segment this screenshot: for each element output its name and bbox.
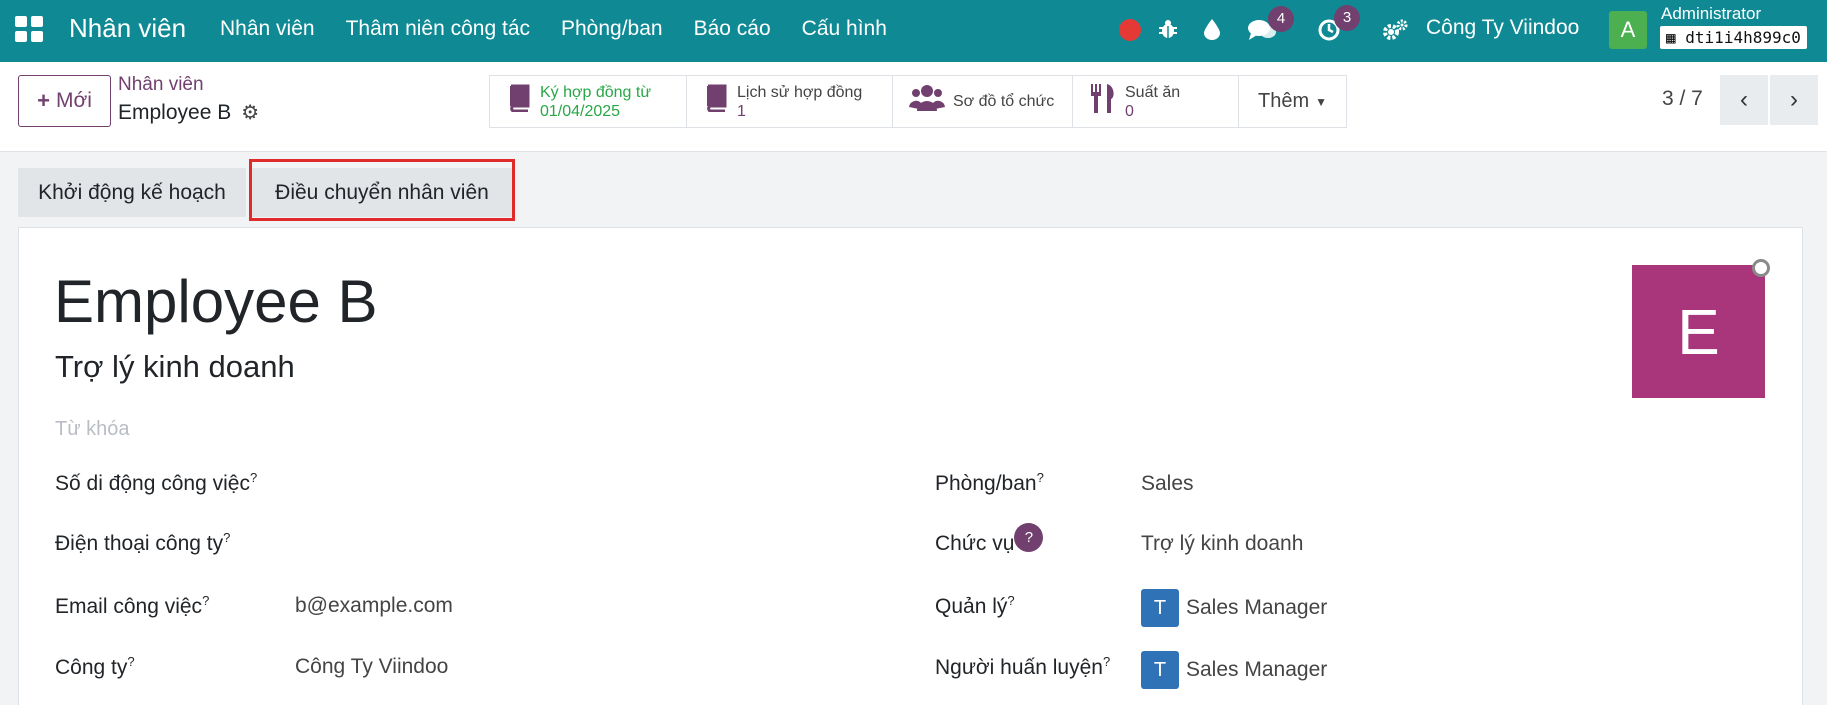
- field-label-text: Người huấn luyện: [935, 656, 1103, 679]
- user-avatar[interactable]: A: [1609, 11, 1647, 49]
- smart-button-meals[interactable]: Suất ăn 0: [1072, 75, 1239, 128]
- help-icon[interactable]: ?: [1007, 593, 1014, 608]
- field-job-position[interactable]: Trợ lý kinh doanh: [1141, 532, 1303, 556]
- control-panel: + Mới Nhân viên Employee B ⚙ Ký hợp đồng…: [0, 62, 1827, 152]
- presence-status-icon: [1752, 259, 1770, 277]
- field-label-coach: Người huấn luyện?: [935, 654, 1110, 680]
- messages-badge: 4: [1268, 6, 1294, 32]
- field-coach[interactable]: T Sales Manager: [1141, 651, 1327, 689]
- menu-item-configuration[interactable]: Cấu hình: [802, 17, 887, 41]
- menu-item-departments[interactable]: Phòng/ban: [561, 17, 663, 41]
- field-label-text: Phòng/ban: [935, 472, 1037, 495]
- plus-icon: +: [37, 88, 50, 113]
- field-label-department: Phòng/ban?: [935, 470, 1044, 496]
- activities-badge: 3: [1334, 5, 1360, 31]
- help-icon[interactable]: ?: [1037, 470, 1044, 485]
- highlight-frame: [249, 159, 515, 221]
- field-manager[interactable]: T Sales Manager: [1141, 589, 1327, 627]
- book-icon: [703, 84, 729, 119]
- breadcrumb-current-label: Employee B: [118, 100, 232, 124]
- pager-next-button[interactable]: ›: [1770, 75, 1818, 125]
- field-label-text: Công ty: [55, 656, 128, 679]
- smart-button-label: Ký hợp đồng từ: [540, 83, 652, 101]
- main-menu: Nhân viên Thâm niên công tác Phòng/ban B…: [220, 17, 918, 41]
- book-icon: [506, 84, 532, 119]
- smart-button-contract-history[interactable]: Lịch sử hợp đồng 1: [686, 75, 893, 128]
- smart-button-label: Sơ đồ tổ chức: [953, 93, 1055, 110]
- pager-previous-button[interactable]: ‹: [1720, 75, 1768, 125]
- smart-button-label: Suất ăn: [1125, 83, 1181, 101]
- user-name[interactable]: Administrator: [1661, 4, 1761, 24]
- employee-name[interactable]: Employee B: [54, 267, 378, 336]
- menu-item-reports[interactable]: Báo cáo: [694, 17, 771, 41]
- more-label: Thêm: [1257, 90, 1310, 112]
- database-tag: ▦ dti1i4h899c0: [1660, 26, 1807, 49]
- field-label-work-email: Email công việc?: [55, 593, 209, 619]
- field-department[interactable]: Sales: [1141, 472, 1194, 496]
- chevron-left-icon: ‹: [1740, 86, 1748, 113]
- field-label-text: Quản lý: [935, 595, 1008, 618]
- coach-avatar: T: [1141, 651, 1179, 689]
- employee-job-title[interactable]: Trợ lý kinh doanh: [55, 349, 295, 385]
- bug-icon[interactable]: [1157, 18, 1179, 46]
- coach-name: Sales Manager: [1186, 658, 1328, 681]
- gear-icon[interactable]: ⚙: [241, 100, 259, 125]
- field-work-mobile[interactable]: [295, 472, 895, 498]
- database-icon: ▦: [1666, 28, 1676, 47]
- field-label-work-phone: Điện thoại công ty?: [55, 530, 230, 556]
- field-label-text: Số di động công việc: [55, 472, 250, 495]
- field-label-text: Email công việc: [55, 595, 203, 618]
- app-menu-icon[interactable]: [15, 16, 43, 42]
- field-label-company: Công ty?: [55, 654, 135, 680]
- tags-input[interactable]: Từ khóa: [55, 418, 130, 441]
- smart-button-org-chart[interactable]: Sơ đồ tổ chức: [892, 75, 1073, 128]
- start-plan-button[interactable]: Khởi động kế hoạch: [18, 168, 246, 217]
- caret-down-icon: ▼: [1315, 94, 1327, 109]
- smart-button-value: 1: [737, 102, 746, 120]
- menu-item-employees[interactable]: Nhân viên: [220, 17, 315, 41]
- new-button[interactable]: + Mới: [18, 75, 111, 127]
- field-work-email[interactable]: b@example.com: [295, 594, 453, 618]
- help-icon[interactable]: ?: [250, 470, 257, 485]
- smart-button-contract-start[interactable]: Ký hợp đồng từ 01/04/2025: [489, 75, 687, 128]
- field-company[interactable]: Công Ty Viindoo: [295, 655, 448, 679]
- manager-avatar: T: [1141, 589, 1179, 627]
- help-icon[interactable]: ?: [1014, 523, 1044, 552]
- chevron-right-icon: ›: [1790, 86, 1798, 113]
- employee-avatar[interactable]: E: [1632, 265, 1765, 398]
- new-button-label: Mới: [55, 89, 92, 112]
- field-label-work-mobile: Số di động công việc?: [55, 470, 257, 496]
- help-icon[interactable]: ?: [1103, 654, 1110, 669]
- theme-drop-icon[interactable]: [1203, 18, 1221, 46]
- settings-gears-icon[interactable]: [1381, 18, 1409, 48]
- app-name[interactable]: Nhân viên: [69, 13, 186, 44]
- help-icon[interactable]: ?: [223, 530, 230, 545]
- database-name: dti1i4h899c0: [1685, 28, 1801, 47]
- help-icon[interactable]: ?: [127, 654, 134, 669]
- users-icon: [909, 83, 945, 120]
- field-label-text: Chức vụ: [935, 532, 1015, 555]
- company-switcher[interactable]: Công Ty Viindoo: [1426, 16, 1579, 40]
- top-navbar: Nhân viên Nhân viên Thâm niên công tác P…: [0, 0, 1827, 62]
- field-label-text: Điện thoại công ty: [55, 532, 224, 555]
- smart-button-label: Lịch sử hợp đồng: [737, 83, 863, 101]
- pager-value[interactable]: 3 / 7: [1662, 87, 1703, 111]
- breadcrumb-current: Employee B ⚙: [118, 100, 259, 125]
- menu-item-seniority[interactable]: Thâm niên công tác: [346, 17, 530, 41]
- field-label-manager: Quản lý?: [935, 593, 1015, 619]
- manager-name: Sales Manager: [1186, 596, 1328, 619]
- utensils-icon: [1089, 82, 1117, 121]
- record-icon[interactable]: [1119, 19, 1141, 41]
- field-work-phone[interactable]: [295, 532, 895, 558]
- more-dropdown[interactable]: Thêm ▼: [1238, 75, 1347, 128]
- help-icon[interactable]: ?: [202, 593, 209, 608]
- smart-button-value: 01/04/2025: [540, 102, 621, 120]
- breadcrumb-parent[interactable]: Nhân viên: [118, 74, 204, 96]
- smart-button-value: 0: [1125, 102, 1134, 120]
- field-label-job-position: Chức vụ?: [935, 523, 1044, 556]
